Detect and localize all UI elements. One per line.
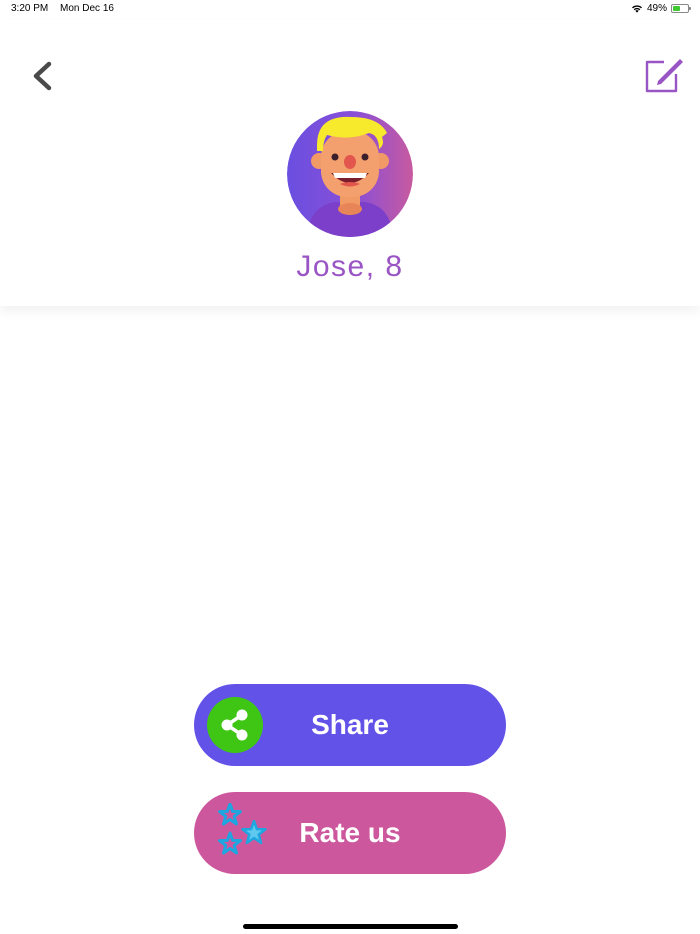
status-left: 3:20 PM Mon Dec 16 (11, 3, 114, 14)
status-date: Mon Dec 16 (60, 3, 114, 14)
kid-avatar-illustration (287, 111, 413, 237)
rate-us-label: Rate us (299, 817, 401, 848)
profile-name: Jose, 8 (296, 250, 404, 283)
battery-icon (671, 4, 691, 13)
rate-us-button[interactable]: Rate us (194, 792, 506, 874)
home-indicator[interactable] (243, 924, 458, 929)
battery-fill (673, 6, 680, 11)
profile-header: Jose, 8 (0, 20, 700, 306)
avatar (287, 111, 413, 237)
back-button[interactable] (26, 56, 60, 96)
edit-icon (645, 59, 683, 93)
share-label: Share (311, 709, 389, 740)
status-bar: 3:20 PM Mon Dec 16 49% (0, 0, 700, 20)
chevron-left-icon (33, 61, 52, 91)
status-time: 3:20 PM (11, 3, 49, 14)
wifi-icon (631, 5, 642, 13)
status-right: 49% (631, 3, 691, 14)
battery-percent: 49% (646, 3, 667, 14)
edit-profile-button[interactable] (642, 56, 686, 96)
share-button[interactable]: Share (194, 684, 506, 766)
